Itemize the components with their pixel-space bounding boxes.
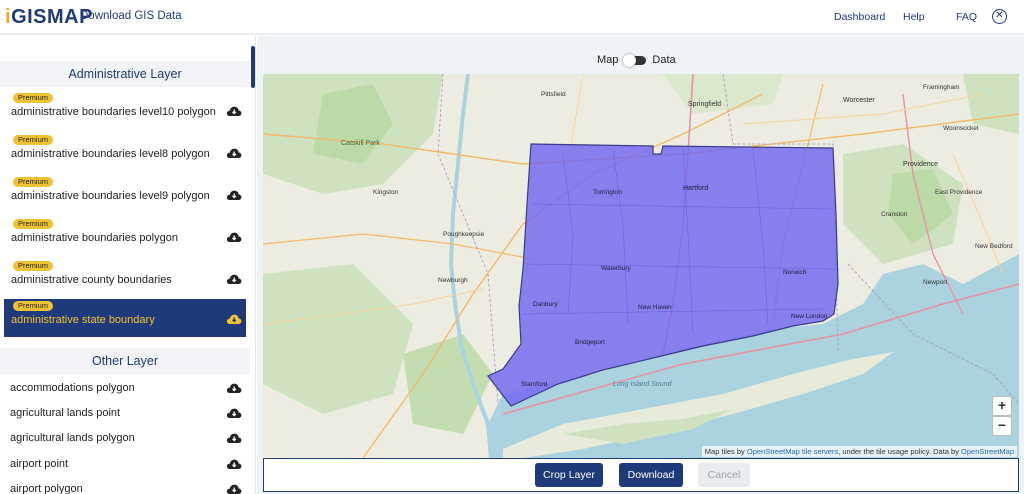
map-attribution: Map tiles by OpenStreetMap tile servers,… <box>701 446 1017 457</box>
nav-help[interactable]: Help <box>903 11 925 23</box>
layer-label: agricultural lands polygon <box>10 432 135 444</box>
map-panel: Map Data Catskill Park Poughkeepsie Newb… <box>257 36 1024 494</box>
label-pittsfield: Pittsfield <box>541 91 566 98</box>
label-newburgh: Newburgh <box>438 277 468 284</box>
label-catskill: Catskill Park <box>341 140 380 147</box>
label-poughkeepsie: Poughkeepsie <box>443 231 485 238</box>
premium-badge: Premium <box>13 261 54 271</box>
layer-item-admin-county[interactable]: Premium administrative county boundaries <box>4 259 246 297</box>
page-title: Download GIS Data <box>80 10 182 22</box>
label-newport: Newport <box>923 279 947 286</box>
layer-label: agricultural lands point <box>10 407 121 419</box>
layer-item-admin-state[interactable]: Premium administrative state boundary <box>4 299 246 337</box>
nav-dashboard[interactable]: Dashboard <box>834 11 885 23</box>
premium-badge: Premium <box>13 177 54 187</box>
toggle-label-map: Map <box>597 54 619 66</box>
layer-label: administrative boundaries level10 polygo… <box>11 106 216 118</box>
app-header: i GISMAP Download GIS Data Dashboard Help… <box>0 0 1024 34</box>
crop-layer-button[interactable]: Crop Layer <box>535 463 603 487</box>
cloud-download-icon[interactable] <box>226 432 242 444</box>
zoom-out-button[interactable]: − <box>992 416 1012 436</box>
layer-label: administrative boundaries level9 polygon <box>11 190 210 202</box>
attribution-text: Map tiles by <box>704 447 747 456</box>
attribution-link-tiles[interactable]: OpenStreetMap tile servers <box>747 447 838 456</box>
layer-item-admin-level8[interactable]: Premium administrative boundaries level8… <box>4 133 246 171</box>
layer-label: administrative boundaries polygon <box>11 232 178 244</box>
attribution-link-osm[interactable]: OpenStreetMap <box>961 447 1014 456</box>
attribution-text: , under the tile usage policy. Data by <box>838 447 962 456</box>
cloud-download-icon[interactable] <box>226 483 242 494</box>
layer-item-airport-polygon[interactable]: airport polygon <box>10 479 250 494</box>
view-switch[interactable] <box>623 53 647 67</box>
cloud-download-icon[interactable] <box>226 147 242 159</box>
download-button[interactable]: Download <box>619 463 683 487</box>
label-waterbury: Waterbury <box>601 265 631 272</box>
layer-item-agri-polygon[interactable]: agricultural lands polygon <box>10 428 250 450</box>
layer-sidebar: Administrative Layer Premium administrat… <box>0 36 256 494</box>
other-layer-heading: Other Layer <box>0 348 250 374</box>
basemap: Catskill Park Poughkeepsie Newburgh Hart… <box>263 74 1019 458</box>
label-framingham: Framingham <box>923 84 959 91</box>
layer-item-admin-level9[interactable]: Premium administrative boundaries level9… <box>4 175 246 213</box>
layer-item-accommodations[interactable]: accommodations polygon <box>10 378 250 400</box>
cloud-download-icon[interactable] <box>226 273 242 285</box>
label-east-providence: East Providence <box>935 189 983 196</box>
cloud-download-icon[interactable] <box>226 458 242 470</box>
zoom-in-button[interactable]: + <box>992 396 1012 416</box>
layer-label: administrative county boundaries <box>11 274 172 286</box>
layer-label: administrative boundaries level8 polygon <box>11 148 210 160</box>
layer-item-agri-point[interactable]: agricultural lands point <box>10 403 250 425</box>
label-norwich: Norwich <box>783 269 807 276</box>
label-springfield: Springfield <box>688 101 721 108</box>
sidebar-scrollbar[interactable] <box>251 46 255 88</box>
label-cranston: Cranston <box>881 211 908 218</box>
admin-layer-heading: Administrative Layer <box>0 61 250 87</box>
map-data-toggle[interactable]: Map Data <box>597 53 676 67</box>
label-danbury: Danbury <box>533 301 558 308</box>
map-canvas[interactable]: Catskill Park Poughkeepsie Newburgh Hart… <box>263 74 1019 458</box>
label-new-london: New London <box>791 313 828 320</box>
layer-label: airport polygon <box>10 483 83 494</box>
label-kingston: Kingston <box>373 189 399 196</box>
label-woonsocket: Woonsocket <box>943 125 979 132</box>
layer-item-admin-level10[interactable]: Premium administrative boundaries level1… <box>4 91 246 129</box>
label-new-bedford: New Bedford <box>975 243 1013 250</box>
cloud-download-icon[interactable] <box>226 313 242 325</box>
label-worcester: Worcester <box>843 97 875 104</box>
cloud-download-icon[interactable] <box>226 231 242 243</box>
map-action-bar: Crop Layer Download Cancel <box>263 458 1019 492</box>
cloud-download-icon[interactable] <box>226 382 242 394</box>
premium-badge: Premium <box>13 301 54 311</box>
label-providence: Providence <box>903 161 938 168</box>
premium-badge: Premium <box>13 219 54 229</box>
label-long-island-sound: Long Island Sound <box>613 381 672 388</box>
close-icon[interactable]: ✕ <box>992 9 1007 24</box>
layer-item-airport-point[interactable]: airport point <box>10 454 250 476</box>
nav-faq[interactable]: FAQ <box>956 11 977 23</box>
cancel-button[interactable]: Cancel <box>698 463 750 487</box>
label-bridgeport: Bridgeport <box>575 339 605 346</box>
label-hartford: Hartford <box>683 185 708 192</box>
cloud-download-icon[interactable] <box>226 189 242 201</box>
layer-label: accommodations polygon <box>10 382 135 394</box>
cloud-download-icon[interactable] <box>226 105 242 117</box>
label-new-haven: New Haven <box>638 304 672 311</box>
label-stamford: Stamford <box>521 381 548 388</box>
cloud-download-icon[interactable] <box>226 407 242 419</box>
layer-item-admin-polygon[interactable]: Premium administrative boundaries polygo… <box>4 217 246 255</box>
toggle-label-data: Data <box>652 54 676 66</box>
label-torrington: Torrington <box>593 189 622 196</box>
layer-label: administrative state boundary <box>11 314 155 326</box>
premium-badge: Premium <box>13 93 54 103</box>
layer-label: airport point <box>10 458 69 470</box>
premium-badge: Premium <box>13 135 54 145</box>
